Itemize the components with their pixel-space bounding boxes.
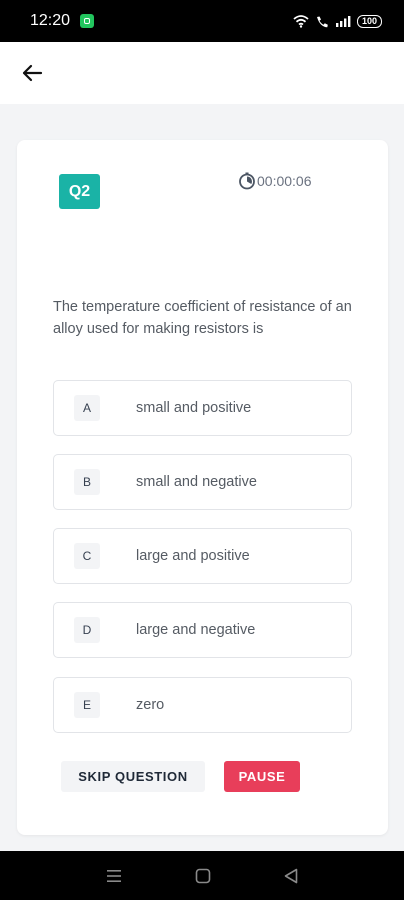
home-button[interactable] [195,868,211,884]
notification-icon [80,14,95,28]
option-text: large and positive [136,548,250,564]
status-left: 12:20 [30,12,95,30]
status-right: 100 [293,14,382,28]
call-icon [316,16,328,27]
system-nav-bar [0,851,404,900]
option-letter: D [74,617,100,643]
question-card: Q2 00:00:06 The temperature coefficient … [17,140,388,835]
app-bar [0,42,404,104]
status-bar: 12:20 100 [0,0,404,42]
skip-question-button[interactable]: SKIP QUESTION [61,761,205,792]
option-d[interactable]: D large and negative [53,602,352,658]
pause-button[interactable]: PAUSE [224,761,300,792]
option-e[interactable]: E zero [53,677,352,733]
arrow-left-icon [22,64,43,82]
home-square-icon [195,868,211,883]
triangle-back-icon [284,868,297,883]
menu-lines-icon [107,869,122,882]
option-text: zero [136,697,165,713]
option-text: small and negative [136,474,257,490]
recents-button[interactable] [106,869,122,883]
back-button[interactable] [20,61,44,85]
battery-icon: 100 [356,14,382,28]
option-letter: C [74,543,100,569]
timer: 00:00:06 [238,172,312,190]
timer-value: 00:00:06 [257,173,312,189]
option-letter: B [74,469,100,495]
battery-level: 100 [361,16,377,26]
option-letter: E [74,692,100,718]
option-c[interactable]: C large and positive [53,528,352,584]
option-text: large and negative [136,622,256,638]
back-nav-button[interactable] [284,868,298,884]
question-text: The temperature coefficient of resistanc… [53,299,352,337]
question-number-badge: Q2 [59,174,100,209]
signal-icon [335,16,351,27]
option-letter: A [74,395,100,421]
option-text: small and positive [136,400,252,416]
option-b[interactable]: B small and negative [53,454,352,510]
wifi-icon [293,14,309,28]
status-time: 12:20 [30,12,71,29]
option-a[interactable]: A small and positive [53,380,352,436]
stopwatch-icon [239,172,255,190]
